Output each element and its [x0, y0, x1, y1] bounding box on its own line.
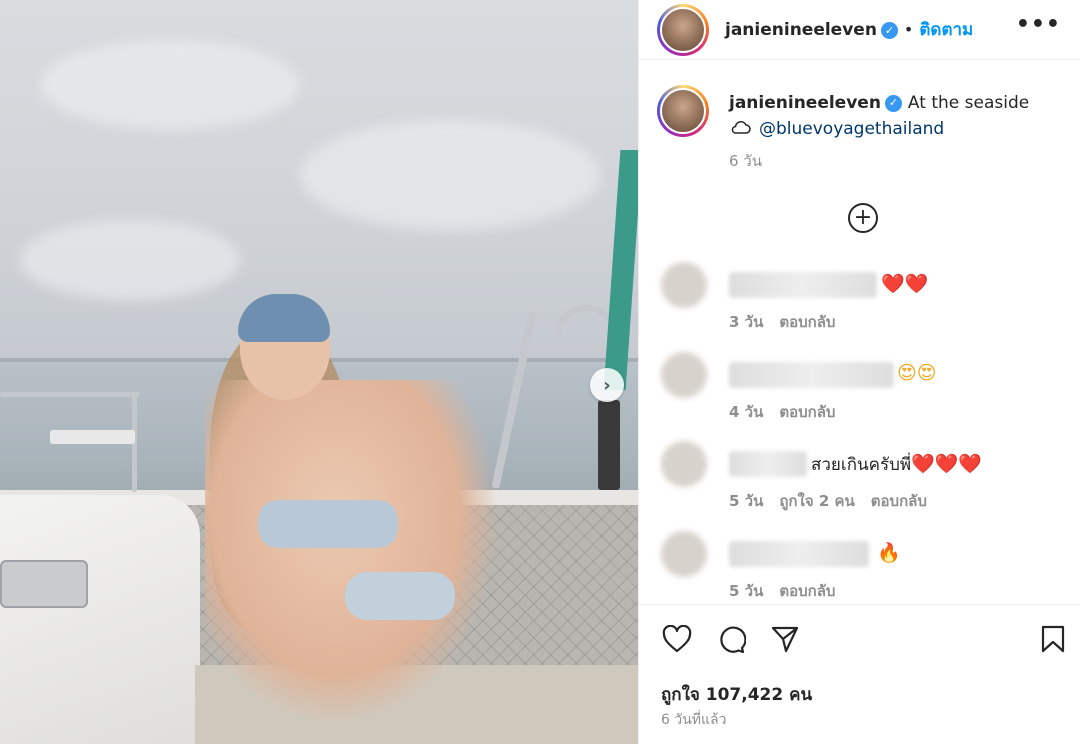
post-actions: ถูกใจ 107,422 คน 6 วันที่แล้ว [639, 604, 1080, 744]
caption-body: At the seaside [907, 93, 1030, 113]
reply-button[interactable]: ตอบกลับ [779, 313, 835, 331]
reply-button[interactable]: ตอบกลับ [871, 492, 927, 510]
comment-time: 5 วัน [729, 582, 764, 600]
person [205, 380, 495, 720]
comment-time: 5 วัน [729, 492, 764, 510]
follow-button[interactable]: ติดตาม [919, 20, 973, 40]
comment-item: ❤️❤️ 3 วัน ตอบกลับ [639, 262, 1080, 332]
caption-text: janienineeleven ✓ At the seaside @bluevoya… [729, 90, 1029, 174]
separator-dot: • [903, 20, 914, 39]
commenter-avatar[interactable] [661, 352, 707, 398]
comment-bubble-icon[interactable] [715, 623, 747, 655]
verified-badge-icon: ✓ [884, 94, 902, 112]
blurred-comment-text [729, 451, 807, 477]
bikini-bottom [345, 572, 455, 620]
load-more-comments-button[interactable]: + [848, 203, 878, 233]
railing [491, 311, 537, 489]
boat-seat [50, 430, 135, 444]
comment-likes[interactable]: ถูกใจ 2 คน [779, 492, 854, 510]
comment-meta: 5 วัน ตอบกลับ [729, 579, 851, 603]
denim-cap [238, 294, 330, 342]
save-bookmark-icon[interactable] [1037, 623, 1069, 655]
post-side-panel: janienineeleven ✓ • ติดตาม ••• janienineele… [638, 0, 1080, 744]
likes-count[interactable]: ถูกใจ 107,422 คน [661, 681, 812, 708]
commenter-avatar[interactable] [661, 441, 707, 487]
cloud-icon [729, 116, 751, 142]
mention-link[interactable]: @bluevoyagethailand [759, 119, 944, 139]
header-info: janienineeleven ✓ • ติดตาม [725, 16, 973, 43]
comment-body: สวยเกินครับพี่ [811, 455, 912, 475]
cloud [40, 40, 300, 130]
comment-emoji: ❤️❤️ [881, 273, 929, 295]
bikini-top [258, 500, 398, 548]
post-photo[interactable]: › [0, 0, 638, 744]
more-options-icon[interactable]: ••• [1016, 12, 1061, 37]
reply-button[interactable]: ตอบกลับ [779, 582, 835, 600]
comment-emoji: 🔥 [877, 542, 901, 564]
comment-item: 🔥 5 วัน ตอบกลับ [639, 531, 1080, 601]
railing [0, 392, 140, 397]
post-header: janienineeleven ✓ • ติดตาม ••• [639, 0, 1080, 60]
comment-meta: 3 วัน ตอบกลับ [729, 310, 851, 334]
sail-mast [603, 150, 638, 390]
share-send-icon[interactable] [769, 623, 801, 655]
cloud [20, 220, 240, 300]
blurred-comment-text [729, 362, 894, 388]
comment-meta: 4 วัน ตอบกลับ [729, 400, 851, 424]
comment-time: 3 วัน [729, 313, 764, 331]
commenter-avatar[interactable] [661, 262, 707, 308]
comment-emoji: 😍😍 [897, 362, 937, 384]
caption-avatar[interactable] [657, 85, 709, 137]
author-avatar[interactable] [657, 4, 709, 56]
comment-text: สวยเกินครับพี่❤️❤️❤️ [811, 451, 982, 478]
like-heart-icon[interactable] [661, 623, 693, 655]
plus-circle-icon: + [853, 205, 873, 230]
deck-hatch [0, 560, 88, 608]
blurred-comment-text [729, 272, 877, 298]
comment-item: สวยเกินครับพี่❤️❤️❤️ 5 วัน ถูกใจ 2 คน ตอบก… [639, 441, 1080, 511]
verified-badge-icon: ✓ [880, 22, 898, 39]
caption-time: 6 วัน [729, 152, 762, 170]
author-username[interactable]: janienineeleven [725, 20, 877, 40]
comment-meta: 5 วัน ถูกใจ 2 คน ตอบกลับ [729, 489, 943, 513]
reply-button[interactable]: ตอบกลับ [779, 403, 835, 421]
chevron-right-icon: › [603, 374, 611, 396]
cloud [300, 120, 600, 230]
winch [598, 400, 620, 490]
commenter-avatar[interactable] [661, 531, 707, 577]
boat-hull [0, 495, 200, 744]
caption-username[interactable]: janienineeleven [729, 93, 881, 113]
blurred-comment-text [729, 541, 869, 567]
comment-emoji: ❤️❤️❤️ [911, 453, 983, 475]
post-time: 6 วันที่แล้ว [661, 712, 727, 728]
comment-item: 😍😍 4 วัน ตอบกลับ [639, 352, 1080, 422]
comment-time: 4 วัน [729, 403, 764, 421]
next-photo-button[interactable]: › [590, 368, 624, 402]
